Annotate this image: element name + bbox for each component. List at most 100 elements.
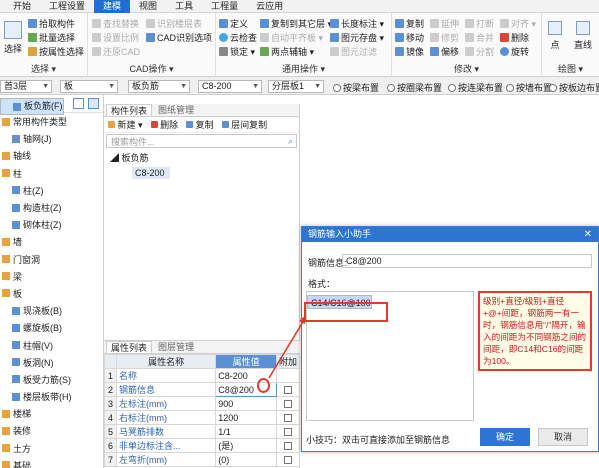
property-value[interactable]: 900 (215, 396, 277, 411)
property-value[interactable]: 1/1 (215, 424, 277, 439)
align-button[interactable]: 对齐 ▾ (500, 17, 536, 30)
modify-group-title[interactable]: 修改 ▾ (392, 62, 541, 75)
element-filter-button[interactable]: 图元过滤 (330, 45, 377, 58)
tree-item[interactable]: 楼梯 (0, 405, 103, 422)
list-view-icon[interactable] (73, 98, 84, 109)
radio-by-beam[interactable]: 按梁布置 (333, 81, 379, 94)
property-row[interactable]: 7 左弯折(mm) (0) (104, 452, 301, 467)
radio-by-wall[interactable]: 按墙布置 (506, 81, 552, 94)
line-button[interactable]: 直线 (570, 21, 596, 51)
select-group-title[interactable]: 选择 ▾ (0, 62, 87, 75)
tree-item[interactable]: 砌体柱(Z) (0, 216, 103, 233)
extra-checkbox-cell[interactable] (275, 424, 301, 439)
tree-item[interactable]: 楼层板带(H) (0, 388, 103, 405)
menu-cloud[interactable]: 云应用 (247, 0, 292, 13)
lock-button[interactable]: 锁定 ▾ (219, 45, 255, 58)
tree-item[interactable]: 基础 (0, 457, 103, 468)
property-value[interactable]: (是) (215, 438, 277, 453)
property-value[interactable]: 1200 (215, 410, 277, 425)
extra-checkbox[interactable] (283, 400, 292, 409)
extra-checkbox[interactable] (283, 414, 292, 423)
tree-item[interactable]: 装修 (0, 422, 103, 439)
merge-button[interactable]: 合并 (465, 31, 494, 44)
tree-item[interactable]: 现浇板(B) (0, 302, 103, 319)
tab-layer-management[interactable]: 图层管理 (154, 341, 198, 353)
search-icon[interactable]: ⌕ (288, 136, 293, 147)
cad-options-button[interactable]: CAD识别选项 (146, 31, 212, 44)
menu-view[interactable]: 视图 (130, 0, 166, 13)
category-select[interactable]: 板 ▼ (60, 80, 118, 93)
break-button[interactable]: 打断 (465, 17, 494, 30)
tree-item[interactable]: 构造柱(Z) (0, 199, 103, 216)
radio-by-ring-beam[interactable]: 按圈梁布置 (387, 81, 442, 94)
property-row[interactable]: 6 非单边标注含... (是) (104, 438, 301, 453)
rebar-info-input[interactable]: C8@200 (342, 254, 592, 268)
define-button[interactable]: 定义 (219, 17, 248, 30)
property-row[interactable]: 2 钢筋信息 C8@200 (104, 382, 301, 397)
property-row[interactable]: 3 左标注(mm) 900 (104, 396, 301, 411)
new-button[interactable]: 新建 ▾ (108, 118, 143, 131)
two-point-axis-button[interactable]: 两点辅轴 ▾ (260, 45, 314, 58)
extra-checkbox-cell[interactable] (275, 396, 301, 411)
extra-checkbox-cell[interactable] (275, 382, 301, 397)
menu-home[interactable]: 开始 (4, 0, 40, 13)
set-scale-button[interactable]: 设置比例 (92, 31, 139, 44)
property-row[interactable]: 4 右标注(mm) 1200 (104, 410, 301, 425)
menu-modeling[interactable]: 建模 (94, 0, 131, 13)
offset-button[interactable]: 偏移 (430, 45, 459, 58)
tree-item[interactable]: 板洞(N) (0, 354, 103, 371)
pick-component-button[interactable]: 拾取构件 (28, 17, 75, 30)
radio-by-link-beam[interactable]: 按连梁布置 (448, 81, 503, 94)
tree-item[interactable]: 柱(Z) (0, 182, 103, 199)
tree-item[interactable]: 板受力筋(S) (0, 371, 103, 388)
split-button[interactable]: 分割 (465, 45, 494, 58)
restore-cad-button[interactable]: 还原CAD (92, 45, 140, 58)
extra-checkbox-cell[interactable] (275, 438, 301, 453)
tree-item[interactable]: 柱 (0, 165, 103, 182)
tree-item[interactable]: 轴网(J) (0, 130, 103, 147)
mirror-button[interactable]: 镜像 (395, 45, 424, 58)
length-dim-button[interactable]: 长度标注 ▾ (330, 17, 384, 30)
extra-checkbox[interactable] (283, 456, 292, 465)
tab-property-list[interactable]: 属性列表 (106, 341, 153, 353)
trim-button[interactable]: 修剪 (430, 31, 459, 44)
extra-checkbox-cell[interactable] (275, 410, 301, 425)
close-icon[interactable]: ✕ (584, 227, 592, 242)
tree-item[interactable]: 土方 (0, 440, 103, 457)
tab-drawing-management[interactable]: 图纸管理 (154, 104, 198, 116)
point-button[interactable]: 点 (546, 21, 564, 51)
save-element-button[interactable]: 图元存盘 ▾ (330, 31, 384, 44)
tree-item[interactable]: 常用构件类型 (0, 113, 103, 130)
batch-select-button[interactable]: 批量选择 (28, 31, 75, 44)
tree-item[interactable]: 板 (0, 285, 103, 302)
tree-item[interactable]: 梁 (0, 268, 103, 285)
cancel-button[interactable]: 取消 (538, 428, 588, 446)
radio-by-slab-edge[interactable]: 按板边布置 (549, 81, 599, 94)
copy-button[interactable]: 复制 (395, 17, 424, 30)
grid-view-icon[interactable] (88, 98, 99, 109)
menu-tools[interactable]: 工具 (166, 0, 202, 13)
extra-checkbox-cell[interactable] (275, 452, 301, 467)
floor-select[interactable]: 首3层 ▼ (0, 80, 52, 93)
layer-copy-button[interactable]: 层间复制 (221, 118, 267, 131)
draw-group-title[interactable]: 绘图 ▾ (542, 62, 599, 75)
recognize-floor-table-button[interactable]: 识别楼层表 (146, 17, 202, 30)
tree-item[interactable]: 门窗洞 (0, 251, 103, 268)
common-group-title[interactable]: 通用操作 ▾ (216, 62, 391, 75)
find-replace-button[interactable]: 查找替换 (92, 17, 139, 30)
tree-item[interactable]: 板负筋(F) (0, 98, 64, 116)
select-by-attr-button[interactable]: 按属性选择 (28, 45, 84, 58)
property-value[interactable]: (0) (215, 452, 277, 467)
tab-component-list[interactable]: 构件列表 (106, 104, 153, 116)
comp-tree-root[interactable]: ◢ 板负筋 (110, 151, 299, 164)
rotate-button[interactable]: 旋转 (500, 45, 529, 58)
layer-select[interactable]: 分层板1 ▼ (268, 80, 324, 93)
comp-tree-item[interactable]: C8-200 (132, 167, 170, 179)
cad-group-title[interactable]: CAD操作 ▾ (88, 62, 215, 75)
auto-align-slab-button[interactable]: 自动平齐板 ▾ (260, 31, 323, 44)
menu-quantity[interactable]: 工程量 (202, 0, 247, 13)
extend-button[interactable]: 延伸 (430, 17, 459, 30)
move-button[interactable]: 移动 (395, 31, 424, 44)
component-select[interactable]: 板负筋 ▼ (128, 80, 190, 93)
extra-checkbox[interactable] (283, 428, 292, 437)
